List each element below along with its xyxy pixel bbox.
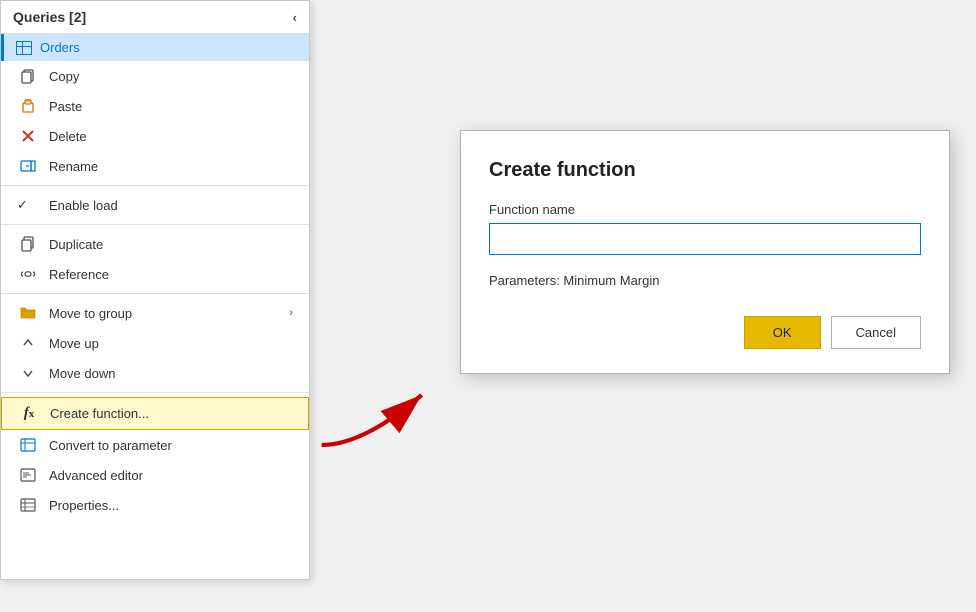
context-menu-panel: Queries [2] ‹ Orders Copy Paste bbox=[0, 0, 310, 580]
menu-item-movedown[interactable]: Move down bbox=[1, 358, 309, 388]
menu-item-properties[interactable]: Properties... bbox=[1, 490, 309, 520]
reference-label: Reference bbox=[49, 267, 293, 282]
dialog-title: Create function bbox=[489, 159, 921, 182]
createfunction-label: Create function... bbox=[50, 406, 292, 421]
divider-2 bbox=[1, 224, 309, 225]
dialog-buttons: OK Cancel bbox=[489, 316, 921, 349]
delete-label: Delete bbox=[49, 129, 293, 144]
menu-item-convertparam[interactable]: Convert to parameter bbox=[1, 430, 309, 460]
folder-icon bbox=[17, 305, 39, 321]
menu-item-delete[interactable]: Delete bbox=[1, 121, 309, 151]
divider-1 bbox=[1, 185, 309, 186]
arrow-annotation bbox=[280, 370, 480, 470]
menu-item-enableload[interactable]: ✓ Enable load bbox=[1, 190, 309, 220]
parameters-label: Parameters: Minimum Margin bbox=[489, 273, 921, 288]
menu-item-reference[interactable]: Reference bbox=[1, 259, 309, 289]
editor-icon bbox=[17, 467, 39, 483]
selected-query-item[interactable]: Orders bbox=[1, 34, 309, 61]
duplicate-icon bbox=[17, 236, 39, 252]
divider-3 bbox=[1, 293, 309, 294]
table-icon bbox=[16, 41, 32, 55]
submenu-arrow-icon: › bbox=[289, 307, 293, 319]
movetogroup-label: Move to group bbox=[49, 306, 289, 321]
movedown-icon bbox=[17, 365, 39, 381]
menu-item-paste[interactable]: Paste bbox=[1, 91, 309, 121]
create-function-dialog: Create function Function name Parameters… bbox=[460, 130, 950, 374]
selected-query-label: Orders bbox=[40, 40, 80, 55]
function-name-label: Function name bbox=[489, 202, 921, 217]
convertparam-label: Convert to parameter bbox=[49, 438, 293, 453]
menu-item-createfunction[interactable]: fx Create function... bbox=[1, 397, 309, 430]
props-icon bbox=[17, 497, 39, 513]
moveup-label: Move up bbox=[49, 336, 293, 351]
rename-icon bbox=[17, 158, 39, 174]
fx-icon: fx bbox=[18, 405, 40, 422]
reference-icon bbox=[17, 266, 39, 282]
enableload-label: Enable load bbox=[49, 198, 293, 213]
menu-item-copy[interactable]: Copy bbox=[1, 61, 309, 91]
copy-label: Copy bbox=[49, 69, 293, 84]
paste-label: Paste bbox=[49, 99, 293, 114]
menu-item-movetogroup[interactable]: Move to group › bbox=[1, 298, 309, 328]
rename-label: Rename bbox=[49, 159, 293, 174]
checkmark-icon: ✓ bbox=[17, 197, 39, 213]
moveup-icon bbox=[17, 335, 39, 351]
properties-label: Properties... bbox=[49, 498, 293, 513]
panel-title: Queries [2] bbox=[13, 9, 86, 25]
menu-item-moveup[interactable]: Move up bbox=[1, 328, 309, 358]
cancel-button[interactable]: Cancel bbox=[831, 316, 921, 349]
collapse-icon[interactable]: ‹ bbox=[293, 10, 297, 25]
menu-item-rename[interactable]: Rename bbox=[1, 151, 309, 181]
function-name-input[interactable] bbox=[489, 223, 921, 255]
convert-icon bbox=[17, 437, 39, 453]
menu-item-advancededitor[interactable]: Advanced editor bbox=[1, 460, 309, 490]
panel-header: Queries [2] ‹ bbox=[1, 1, 309, 34]
copy-icon bbox=[17, 68, 39, 84]
menu-item-duplicate[interactable]: Duplicate bbox=[1, 229, 309, 259]
delete-icon bbox=[17, 128, 39, 144]
movedown-label: Move down bbox=[49, 366, 293, 381]
ok-button[interactable]: OK bbox=[744, 316, 821, 349]
advancededitor-label: Advanced editor bbox=[49, 468, 293, 483]
paste-icon bbox=[17, 98, 39, 114]
divider-4 bbox=[1, 392, 309, 393]
duplicate-label: Duplicate bbox=[49, 237, 293, 252]
